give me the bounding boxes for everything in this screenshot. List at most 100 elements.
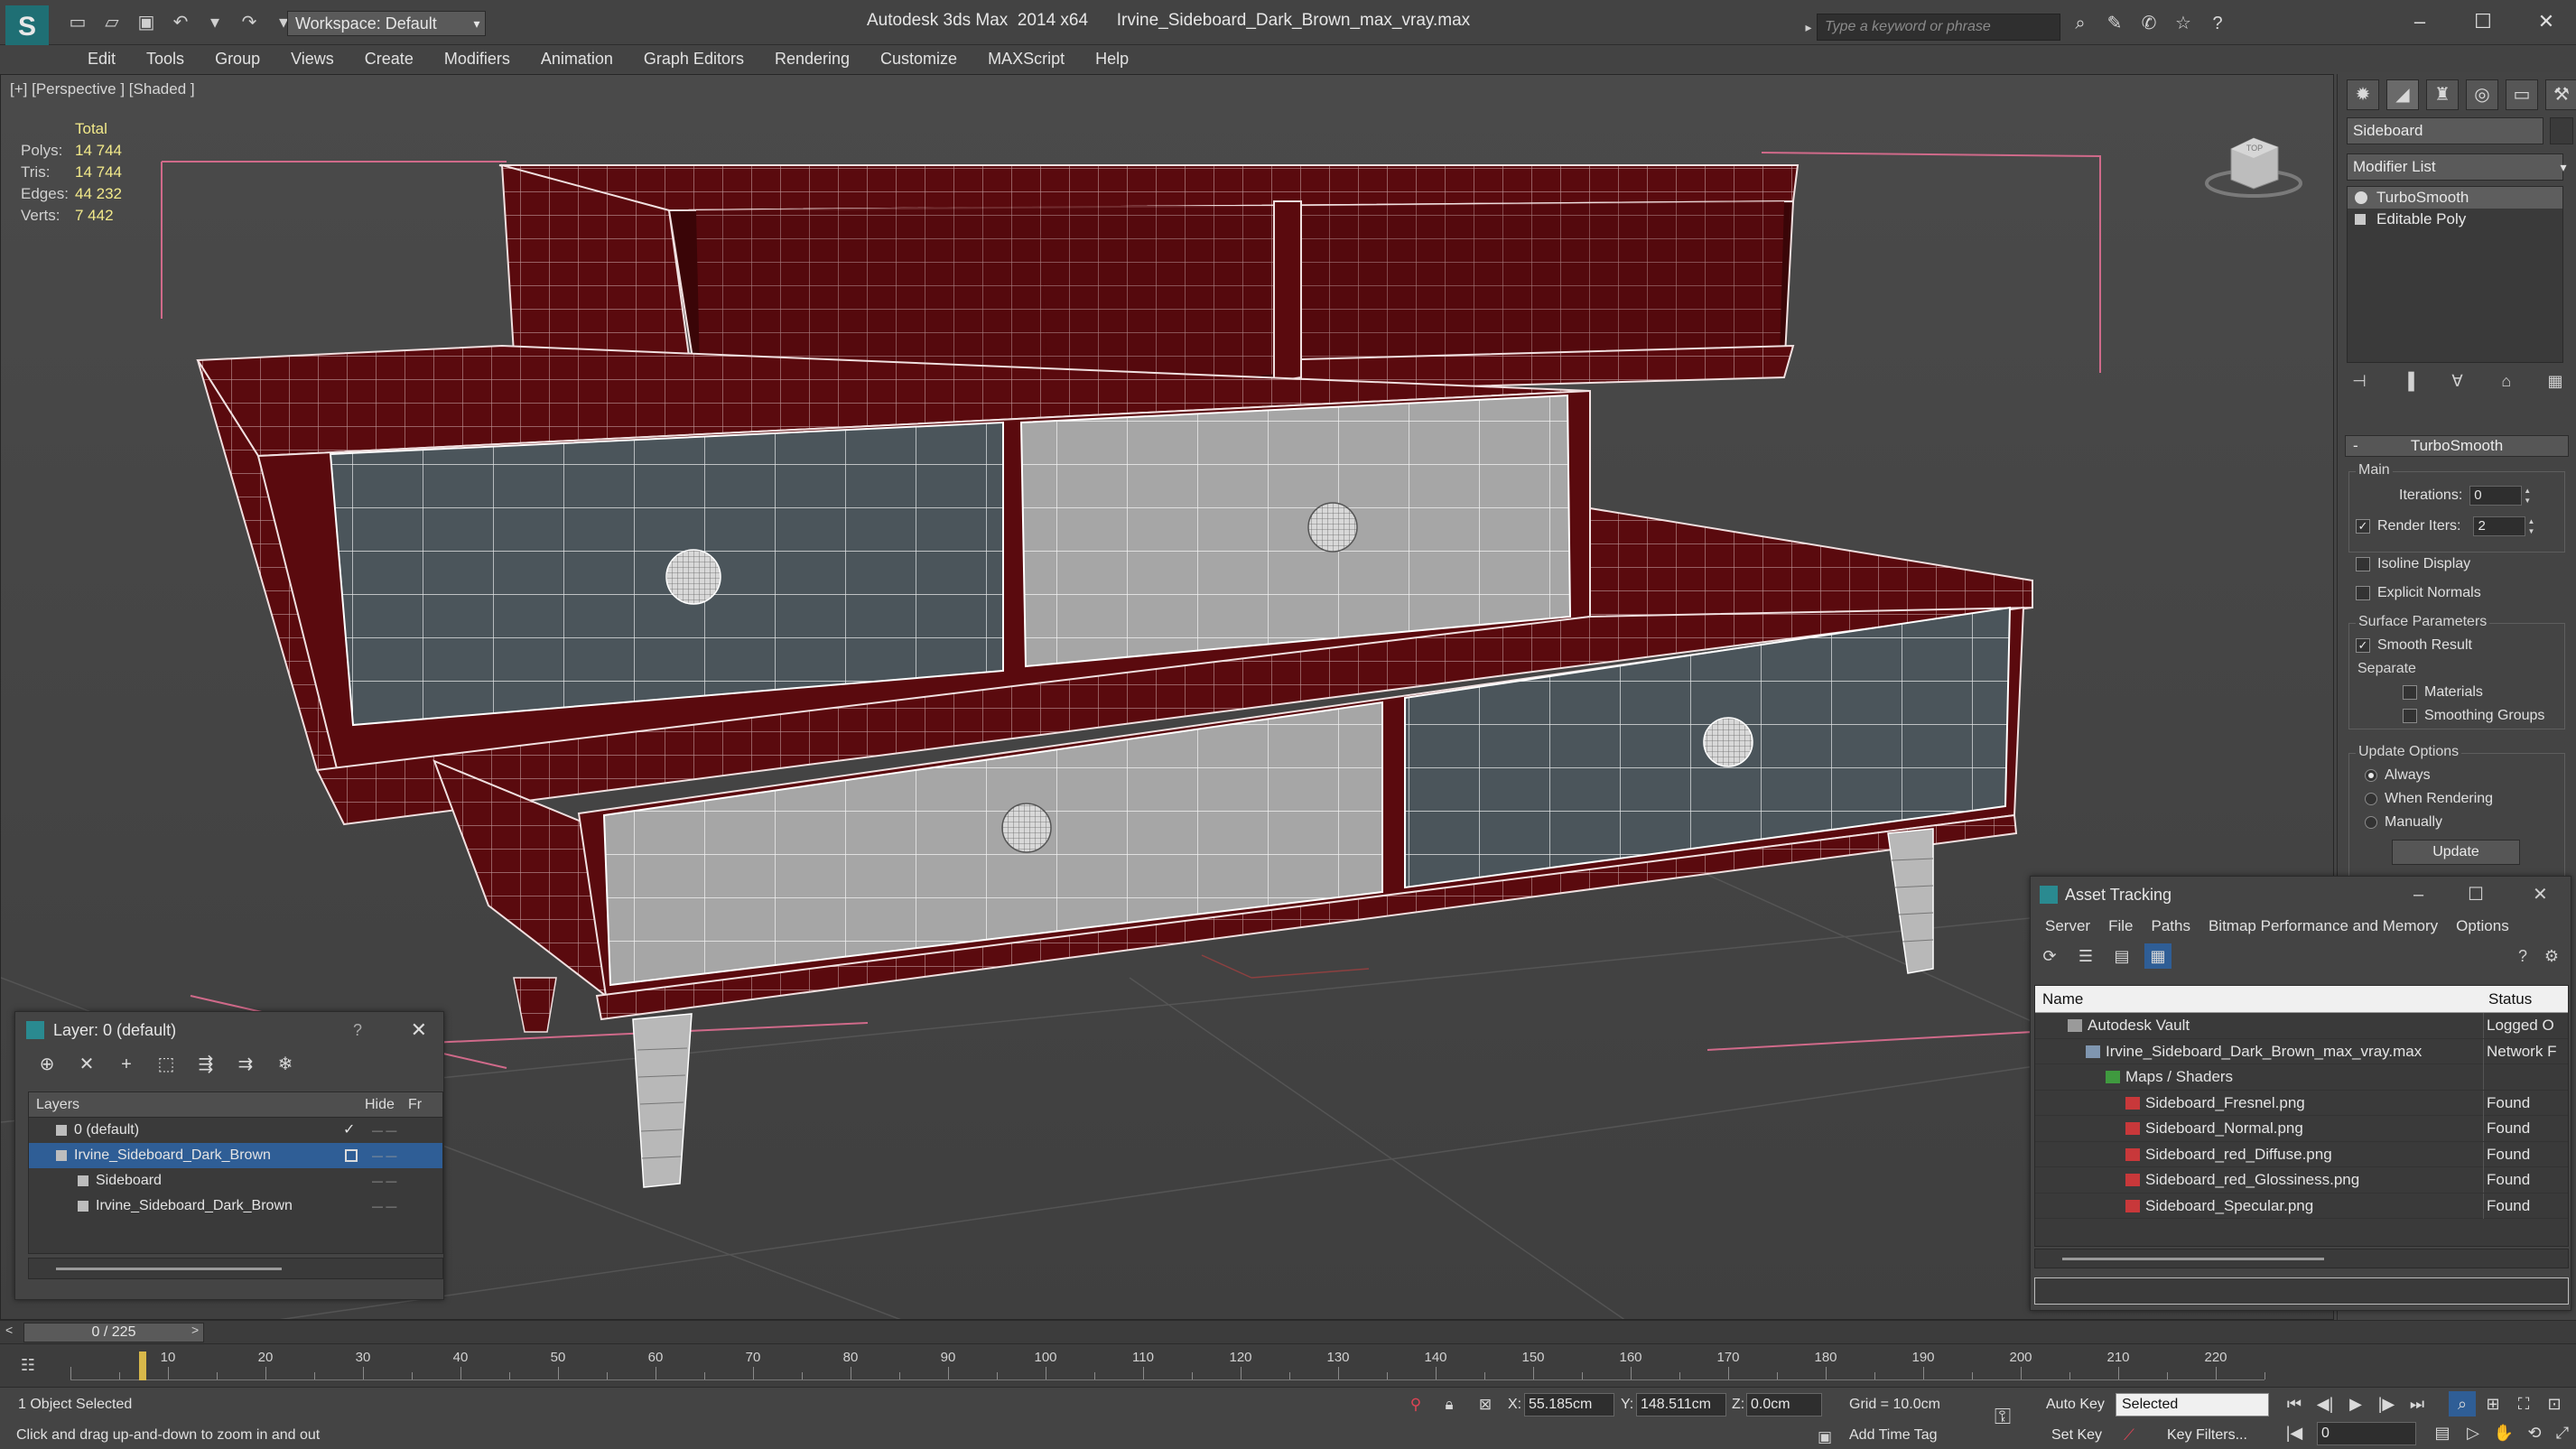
active-layer-check-icon[interactable]: ✓ bbox=[343, 1118, 355, 1143]
asset-row-diffuse[interactable]: Sideboard_red_Diffuse.png Found bbox=[2035, 1141, 2568, 1167]
isolate-selection-icon[interactable]: ⚲ bbox=[1404, 1393, 1427, 1416]
set-active-layer-box[interactable] bbox=[345, 1149, 358, 1162]
create-tab-icon[interactable]: ✹ bbox=[2347, 79, 2379, 110]
smoothing-groups-checkbox[interactable] bbox=[2403, 709, 2417, 723]
asset-row-glossiness[interactable]: Sideboard_red_Glossiness.png Found bbox=[2035, 1167, 2568, 1194]
asset-row-vault[interactable]: Autodesk Vault Logged O bbox=[2035, 1013, 2568, 1039]
layer-row-irvine-object[interactable]: Irvine_Sideboard_Dark_Brown — — bbox=[29, 1194, 442, 1219]
minimize-icon[interactable]: – bbox=[2413, 877, 2423, 913]
undo-dropdown-icon[interactable]: ▾ bbox=[200, 10, 229, 35]
key-filters-button[interactable]: Key Filters... bbox=[2167, 1424, 2247, 1447]
key-mode-select[interactable]: Selected bbox=[2116, 1393, 2269, 1416]
asset-menu-bitmap-performance[interactable]: Bitmap Performance and Memory bbox=[2199, 913, 2447, 940]
menu-customize[interactable]: Customize bbox=[865, 45, 972, 72]
asset-tracking-titlebar[interactable]: Asset Tracking – ☐ ✕ bbox=[2031, 877, 2571, 913]
asset-path-field[interactable] bbox=[2034, 1277, 2569, 1305]
layers-column-header[interactable]: Layers bbox=[36, 1092, 79, 1118]
remove-modifier-icon[interactable]: ⌂ bbox=[2494, 368, 2519, 394]
hide-column-header[interactable]: Hide bbox=[365, 1092, 395, 1118]
render-iters-checkbox[interactable]: ✓ bbox=[2356, 519, 2370, 534]
key-mode-toggle-icon[interactable]: |◀ bbox=[2281, 1420, 2308, 1445]
minimize-button[interactable]: – bbox=[2397, 5, 2442, 38]
scrollbar-thumb[interactable] bbox=[2062, 1258, 2324, 1260]
go-to-start-icon[interactable]: ⏮ bbox=[2281, 1391, 2308, 1416]
help-icon[interactable]: ? bbox=[2509, 943, 2536, 969]
maximize-icon[interactable]: ☐ bbox=[2468, 877, 2484, 913]
asset-menu-paths[interactable]: Paths bbox=[2142, 913, 2199, 940]
time-configuration-icon[interactable]: ▤ bbox=[2429, 1420, 2456, 1445]
menu-help[interactable]: Help bbox=[1080, 45, 1144, 72]
curve-editor-icon[interactable]: ☷ bbox=[16, 1353, 40, 1377]
close-icon[interactable]: ✕ bbox=[411, 1012, 427, 1048]
asset-menu-options[interactable]: Options bbox=[2447, 913, 2518, 940]
binoculars-icon[interactable]: ⌕ bbox=[2068, 11, 2093, 36]
next-frame-icon[interactable]: |▶ bbox=[2373, 1391, 2400, 1416]
table-view-icon[interactable]: ▦ bbox=[2144, 943, 2171, 969]
layer-row-sideboard-object[interactable]: Sideboard — — bbox=[29, 1168, 442, 1194]
current-frame-field[interactable]: 0 bbox=[2317, 1422, 2416, 1445]
redo-icon[interactable]: ↷ bbox=[235, 10, 264, 35]
display-tab-icon[interactable]: ▭ bbox=[2506, 79, 2538, 110]
layer-horizontal-scrollbar[interactable] bbox=[28, 1258, 443, 1279]
explicit-normals-checkbox[interactable] bbox=[2356, 586, 2370, 600]
menu-views[interactable]: Views bbox=[275, 45, 349, 72]
close-button[interactable]: ✕ bbox=[2524, 5, 2569, 38]
menu-rendering[interactable]: Rendering bbox=[759, 45, 865, 72]
search-input[interactable]: Type a keyword or phrase bbox=[1817, 14, 2060, 41]
y-coordinate-field[interactable]: 148.511cm bbox=[1636, 1393, 1726, 1416]
auto-key-button[interactable]: Auto Key bbox=[2046, 1393, 2105, 1416]
materials-checkbox[interactable] bbox=[2403, 685, 2417, 700]
time-prev-icon[interactable]: < bbox=[5, 1323, 13, 1337]
subscription-icon[interactable]: ✎ bbox=[2102, 11, 2127, 36]
zoom-icon[interactable]: ⌕ bbox=[2449, 1391, 2476, 1416]
workspace-selector[interactable]: Workspace: Default bbox=[287, 11, 486, 36]
asset-row-normal[interactable]: Sideboard_Normal.png Found bbox=[2035, 1116, 2568, 1142]
track-scale[interactable]: 10 20 30 40 50 60 70 80 90 100 110 120 130 140 150 160 1… bbox=[70, 1350, 2265, 1380]
key-icon[interactable]: ⚿ bbox=[1991, 1406, 2014, 1429]
go-to-end-icon[interactable]: ⏭ bbox=[2404, 1391, 2431, 1416]
new-file-icon[interactable]: ▭ bbox=[63, 10, 92, 35]
time-next-icon[interactable]: > bbox=[191, 1323, 199, 1337]
selection-lock-icon[interactable]: 🔒︎ bbox=[1437, 1393, 1461, 1416]
maximize-button[interactable]: ☐ bbox=[2460, 5, 2506, 38]
favorites-icon[interactable]: ☆ bbox=[2171, 11, 2196, 36]
smooth-result-checkbox[interactable]: ✓ bbox=[2356, 638, 2370, 653]
asset-row-fresnel[interactable]: Sideboard_Fresnel.png Found bbox=[2035, 1090, 2568, 1116]
time-slider-thumb[interactable]: 0 / 225 bbox=[23, 1323, 204, 1342]
highlight-layer-icon[interactable]: ⇶ bbox=[192, 1052, 219, 1077]
time-tag-icon[interactable]: ▣ bbox=[1813, 1426, 1837, 1449]
name-column-header[interactable]: Name bbox=[2042, 986, 2083, 1013]
motion-tab-icon[interactable]: ◎ bbox=[2466, 79, 2498, 110]
status-column-header[interactable]: Status bbox=[2488, 986, 2532, 1013]
modify-tab-icon[interactable]: ◢ bbox=[2386, 79, 2419, 110]
spinner-arrows-icon[interactable]: ▲ ▼ bbox=[2522, 486, 2533, 506]
layer-row-irvine[interactable]: Irvine_Sideboard_Dark_Brown — — bbox=[29, 1143, 442, 1168]
maximize-viewport-icon[interactable]: ⤢ bbox=[2552, 1420, 2573, 1445]
z-coordinate-field[interactable]: 0.0cm bbox=[1746, 1393, 1822, 1416]
asset-row-max-file[interactable]: Irvine_Sideboard_Dark_Brown_max_vray.max… bbox=[2035, 1038, 2568, 1064]
set-key-button[interactable]: Set Key bbox=[2051, 1424, 2102, 1447]
menu-tools[interactable]: Tools bbox=[131, 45, 200, 72]
delete-layer-icon[interactable]: ✕ bbox=[73, 1052, 100, 1077]
search-expand-icon[interactable]: ▸ bbox=[1800, 14, 1817, 41]
asset-row-specular[interactable]: Sideboard_Specular.png Found bbox=[2035, 1193, 2568, 1219]
menu-edit[interactable]: Edit bbox=[72, 45, 131, 72]
pin-stack-icon[interactable]: ⊣ bbox=[2347, 368, 2372, 394]
save-icon[interactable]: ▣ bbox=[132, 10, 161, 35]
when-rendering-radio[interactable] bbox=[2365, 793, 2377, 805]
spinner-arrows-icon[interactable]: ▲ ▼ bbox=[2525, 516, 2536, 536]
hide-toggle[interactable]: — — bbox=[372, 1168, 396, 1194]
utilities-tab-icon[interactable]: ⚒ bbox=[2545, 79, 2576, 110]
update-button[interactable]: Update bbox=[2392, 840, 2520, 865]
add-to-layer-icon[interactable]: + bbox=[113, 1052, 140, 1077]
zoom-all-icon[interactable]: ⊞ bbox=[2479, 1391, 2506, 1416]
hierarchy-tab-icon[interactable]: ♜ bbox=[2426, 79, 2459, 110]
menu-animation[interactable]: Animation bbox=[525, 45, 628, 72]
manually-radio[interactable] bbox=[2365, 816, 2377, 829]
set-key-filter-icon[interactable]: ⟋ bbox=[2117, 1424, 2141, 1447]
freeze-all-icon[interactable]: ❄ bbox=[272, 1052, 299, 1077]
asset-menu-file[interactable]: File bbox=[2099, 913, 2142, 940]
modifier-list-dropdown[interactable]: Modifier List ▾ bbox=[2347, 153, 2567, 181]
previous-frame-icon[interactable]: ◀| bbox=[2311, 1391, 2339, 1416]
absolute-transform-icon[interactable]: ⊠ bbox=[1474, 1393, 1497, 1416]
